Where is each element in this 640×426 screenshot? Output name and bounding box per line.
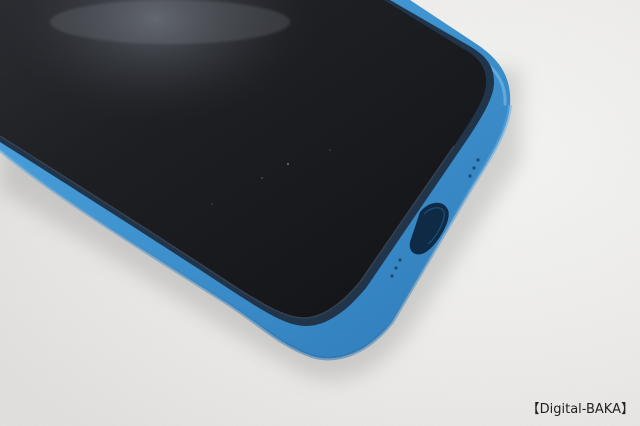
photo-scene: 【Digital-BAKA】 [0, 0, 640, 426]
watermark-text: 【Digital-BAKA】 [526, 402, 634, 417]
phone-photo [0, 0, 640, 426]
